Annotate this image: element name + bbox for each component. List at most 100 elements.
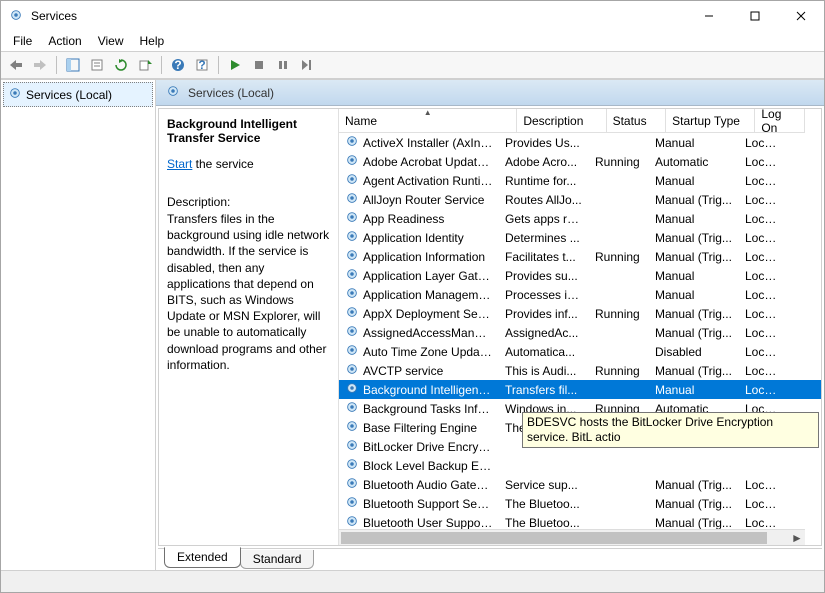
menu-view[interactable]: View (92, 32, 130, 50)
start-service-link[interactable]: Start (167, 157, 192, 171)
service-name: ActiveX Installer (AxInstSV) (363, 136, 493, 150)
service-row[interactable]: Application ManagementProcesses in...Man… (339, 285, 821, 304)
service-startup: Manual (Trig... (649, 478, 739, 492)
description-label: Description: (167, 195, 330, 209)
detail-panel: Background Intelligent Transfer Service … (159, 109, 339, 545)
service-name: Application Identity (363, 231, 464, 245)
service-name: Agent Activation Runtime_... (363, 174, 493, 188)
service-row[interactable]: App ReadinessGets apps re...ManualLocal … (339, 209, 821, 228)
properties-button[interactable] (86, 54, 108, 76)
service-row[interactable]: Auto Time Zone UpdaterAutomatica...Disab… (339, 342, 821, 361)
menu-file[interactable]: File (7, 32, 38, 50)
service-description: The Bluetoo... (499, 516, 589, 530)
toolbar: ? ? (1, 51, 824, 79)
service-startup: Disabled (649, 345, 739, 359)
service-description: Runtime for... (499, 174, 589, 188)
column-header-name[interactable]: Name▲ (339, 109, 517, 132)
back-button[interactable] (5, 54, 27, 76)
service-row[interactable]: Bluetooth User Support Ser... The Bluetoo… (339, 513, 821, 529)
service-name: Bluetooth User Support Ser... (363, 516, 493, 530)
pane-body: Background Intelligent Transfer Service … (158, 108, 822, 546)
minimize-button[interactable] (686, 1, 732, 31)
tab-extended[interactable]: Extended (164, 547, 241, 568)
services-window: Services File Action View Help ? ? (0, 0, 825, 593)
menu-help[interactable]: Help (134, 32, 171, 50)
column-header-logon[interactable]: Log On (755, 109, 805, 132)
service-name: AllJoyn Router Service (363, 193, 484, 207)
restart-service-button[interactable] (296, 54, 318, 76)
service-startup: Manual (Trig... (649, 497, 739, 511)
service-description: Provides inf... (499, 307, 589, 321)
tree-node-services-local[interactable]: Services (Local) (3, 82, 153, 107)
service-logon: Local Sy (739, 212, 789, 226)
tab-standard[interactable]: Standard (240, 550, 315, 569)
service-name: Adobe Acrobat Update Serv... (363, 155, 493, 169)
service-startup: Manual (649, 383, 739, 397)
show-hide-tree-button[interactable] (62, 54, 84, 76)
service-row[interactable]: AppX Deployment Service (...Provides inf… (339, 304, 821, 323)
stop-service-button[interactable] (248, 54, 270, 76)
service-icon (345, 476, 359, 493)
column-header-description[interactable]: Description (517, 109, 606, 132)
horizontal-scrollbar[interactable]: ► (339, 529, 805, 545)
service-startup: Manual (Trig... (649, 250, 739, 264)
service-logon: Local Sy (739, 516, 789, 530)
service-row[interactable]: Background Intelligent Tran...Transfers … (339, 380, 821, 399)
service-row[interactable]: Block Level Backup Engine ... (339, 456, 821, 475)
service-row[interactable]: AVCTP serviceThis is Audi...RunningManua… (339, 361, 821, 380)
forward-button[interactable] (29, 54, 51, 76)
service-logon: Local Se (739, 269, 789, 283)
pause-service-button[interactable] (272, 54, 294, 76)
scroll-right-button[interactable]: ► (789, 530, 805, 545)
service-logon: Local Se (739, 193, 789, 207)
service-icon (345, 267, 359, 284)
service-status: Running (589, 250, 649, 264)
service-startup: Manual (Trig... (649, 326, 739, 340)
scrollbar-thumb[interactable] (341, 532, 767, 544)
export-list-button[interactable] (134, 54, 156, 76)
service-row[interactable]: Adobe Acrobat Update Serv... Adobe Acro..… (339, 152, 821, 171)
service-logon: Local Se (739, 478, 789, 492)
window-title: Services (31, 9, 686, 23)
service-startup: Manual (Trig... (649, 231, 739, 245)
service-status: Running (589, 307, 649, 321)
service-icon (345, 381, 359, 398)
column-header-status[interactable]: Status (607, 109, 667, 132)
service-name: App Readiness (363, 212, 444, 226)
column-header-startup[interactable]: Startup Type (666, 109, 755, 132)
service-name: Bluetooth Audio Gateway S... (363, 478, 493, 492)
service-row[interactable]: Bluetooth Audio Gateway S...Service sup.… (339, 475, 821, 494)
description-text: Transfers files in the background using … (167, 211, 330, 373)
pane-header: Services (Local) (156, 80, 824, 106)
service-startup: Manual (649, 288, 739, 302)
service-icon (345, 134, 359, 151)
refresh-button[interactable] (110, 54, 132, 76)
service-row[interactable]: AllJoyn Router ServiceRoutes AllJo...Man… (339, 190, 821, 209)
service-logon: Local Sy (739, 250, 789, 264)
service-description: Gets apps re... (499, 212, 589, 226)
menu-action[interactable]: Action (42, 32, 87, 50)
service-description: Adobe Acro... (499, 155, 589, 169)
service-action-line: Start the service (167, 157, 330, 171)
help-button[interactable]: ? (167, 54, 189, 76)
service-description: Determines ... (499, 231, 589, 245)
service-name: Application Layer Gateway ... (363, 269, 493, 283)
service-row[interactable]: ActiveX Installer (AxInstSV)Provides Us.… (339, 133, 821, 152)
service-icon (345, 457, 359, 474)
service-row[interactable]: Application Identity Determines ... Manual… (339, 228, 821, 247)
help-topics-button[interactable]: ? (191, 54, 213, 76)
service-row[interactable]: Application InformationFacilitates t...R… (339, 247, 821, 266)
pane-header-icon (166, 84, 180, 101)
service-name: Block Level Backup Engine ... (363, 459, 493, 473)
service-row[interactable]: Application Layer Gateway ...Provides su… (339, 266, 821, 285)
service-row[interactable]: Agent Activation Runtime_... Runtime for.… (339, 171, 821, 190)
list-body[interactable]: ActiveX Installer (AxInstSV)Provides Us.… (339, 133, 821, 529)
service-startup: Automatic (649, 155, 739, 169)
maximize-button[interactable] (732, 1, 778, 31)
close-button[interactable] (778, 1, 824, 31)
service-logon: Local Sy (739, 288, 789, 302)
service-row[interactable]: Bluetooth Support ServiceThe Bluetoo...M… (339, 494, 821, 513)
start-service-button[interactable] (224, 54, 246, 76)
svg-text:?: ? (174, 58, 181, 72)
service-row[interactable]: AssignedAccessManager Se...AssignedAc...… (339, 323, 821, 342)
